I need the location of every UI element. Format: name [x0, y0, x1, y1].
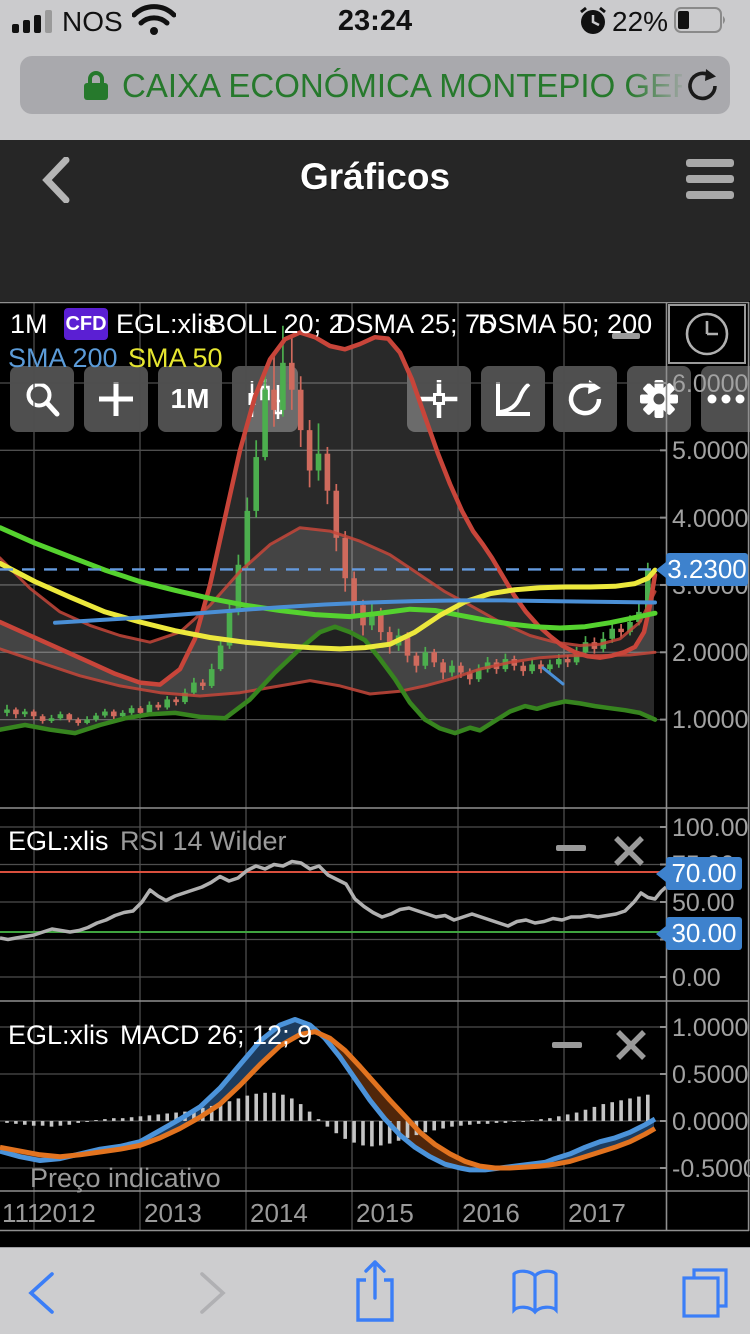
rsi-tick: 100.00: [672, 814, 748, 843]
rsi-oversold-tag: 30.00: [666, 917, 742, 950]
rsi-tick: 0.00: [672, 964, 721, 993]
close-rsi-icon[interactable]: [612, 834, 646, 868]
price-tick: 1.0000: [672, 706, 748, 735]
price-tick: 5.0000: [672, 437, 748, 466]
x-axis-year: 2017: [568, 1198, 626, 1229]
browser-toolbar: [0, 1247, 750, 1334]
rsi-indicator-name: RSI 14 Wilder: [120, 826, 287, 857]
clock-icon: [670, 306, 744, 362]
last-price-tag: 3.2300: [666, 553, 748, 586]
legend-boll: BOLL 20; 2: [208, 309, 344, 340]
macd-tick: 0.5000: [672, 1061, 748, 1090]
bookmarks-icon[interactable]: [508, 1268, 562, 1318]
price-tick: 6.0000: [672, 370, 748, 399]
legend-sma50: SMA 50: [128, 343, 223, 374]
rsi-overbought-tag: 70.00: [666, 857, 742, 890]
collapse-main-icon[interactable]: [612, 333, 640, 339]
rsi-tick: 50.00: [672, 889, 735, 918]
macd-tick: 1.0000: [672, 1014, 748, 1043]
macd-symbol: EGL:xlis: [8, 1020, 109, 1051]
close-macd-icon[interactable]: [614, 1028, 648, 1062]
price-tick: 2.0000: [672, 639, 748, 668]
x-axis-year: 2014: [250, 1198, 308, 1229]
share-icon[interactable]: [352, 1258, 398, 1324]
cfd-badge: CFD: [64, 308, 108, 340]
browser-back-icon[interactable]: [26, 1271, 56, 1315]
tabs-icon[interactable]: [680, 1266, 730, 1320]
x-axis-year: 111: [2, 1198, 42, 1229]
phone-screen: NOS 23:24 22% CAI: [0, 0, 750, 1334]
x-axis-year: 2012: [38, 1198, 96, 1229]
collapse-macd-icon[interactable]: [552, 1042, 582, 1048]
browser-forward-icon[interactable]: [198, 1271, 228, 1315]
legend-sma200: SMA 200: [8, 343, 118, 374]
x-axis-year: 2013: [144, 1198, 202, 1229]
legend-interval: 1M: [10, 309, 48, 340]
legend-symbol: EGL:xlis: [116, 309, 217, 340]
price-tick: 4.0000: [672, 505, 748, 534]
macd-tick: -0.5000: [672, 1155, 750, 1184]
indicative-price-note: Preço indicativo: [30, 1163, 221, 1194]
chart-canvas[interactable]: [0, 0, 750, 1334]
x-axis-year: 2015: [356, 1198, 414, 1229]
macd-indicator-name: MACD 26; 12; 9: [120, 1020, 312, 1051]
time-settings-button[interactable]: [668, 304, 746, 364]
x-axis-year: 2016: [462, 1198, 520, 1229]
rsi-symbol: EGL:xlis: [8, 826, 109, 857]
legend-dsma1: DSMA 25; 75: [336, 309, 495, 340]
collapse-rsi-icon[interactable]: [556, 845, 586, 851]
macd-tick: 0.0000: [672, 1108, 748, 1137]
